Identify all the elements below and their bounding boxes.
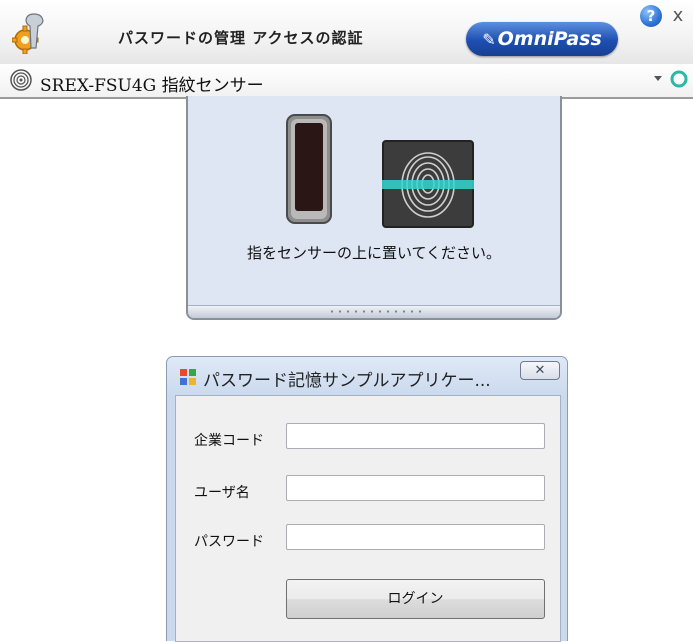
- sample-app-dialog: パスワード記憶サンプルアプリケー... ✕ 企業コード ユーザ名 パスワード ロ…: [166, 356, 568, 642]
- omnipass-logo: ✎ OmniPass: [466, 22, 618, 56]
- panel-footer: [188, 305, 560, 318]
- login-button[interactable]: ログイン: [286, 579, 545, 619]
- application-icon: [180, 369, 196, 385]
- fingerprint-panel: 指をセンサーの上に置いてください。: [186, 96, 562, 320]
- close-icon[interactable]: x: [669, 5, 687, 27]
- fingerprint-sensor-icon: [10, 69, 32, 91]
- help-icon[interactable]: ?: [640, 5, 662, 27]
- fingerprint-scan-icon: [382, 140, 474, 228]
- fingerprint-instruction: 指をセンサーの上に置いてください。: [246, 244, 502, 262]
- omnipass-header: パスワードの管理 アクセスの認証 ✎ OmniPass ? x: [0, 0, 693, 64]
- chevron-down-icon[interactable]: [654, 76, 662, 81]
- password-field[interactable]: [286, 524, 545, 550]
- page-title: パスワードの管理 アクセスの認証: [118, 29, 364, 47]
- refresh-icon[interactable]: [670, 70, 688, 88]
- company-code-field[interactable]: [286, 423, 545, 449]
- username-field[interactable]: [286, 475, 545, 501]
- sensor-name: SREX-FSU4G 指紋センサー: [40, 76, 264, 96]
- company-code-label: 企業コード: [194, 433, 264, 449]
- resize-grip[interactable]: [328, 310, 424, 313]
- sensor-device-icon: [286, 114, 332, 224]
- sensor-selector[interactable]: SREX-FSU4G 指紋センサー: [0, 64, 693, 99]
- dialog-title: パスワード記憶サンプルアプリケー...: [203, 371, 491, 391]
- password-label: パスワード: [194, 534, 264, 550]
- username-label: ユーザ名: [194, 485, 250, 501]
- omnipass-mark-icon: ✎: [482, 30, 496, 49]
- dialog-body: 企業コード ユーザ名 パスワード ログイン: [175, 395, 561, 642]
- wrench-gear-icon[interactable]: [12, 10, 48, 54]
- close-button[interactable]: ✕: [520, 361, 560, 380]
- omnipass-logo-text: OmniPass: [497, 28, 602, 50]
- dialog-titlebar[interactable]: パスワード記憶サンプルアプリケー... ✕: [167, 357, 567, 395]
